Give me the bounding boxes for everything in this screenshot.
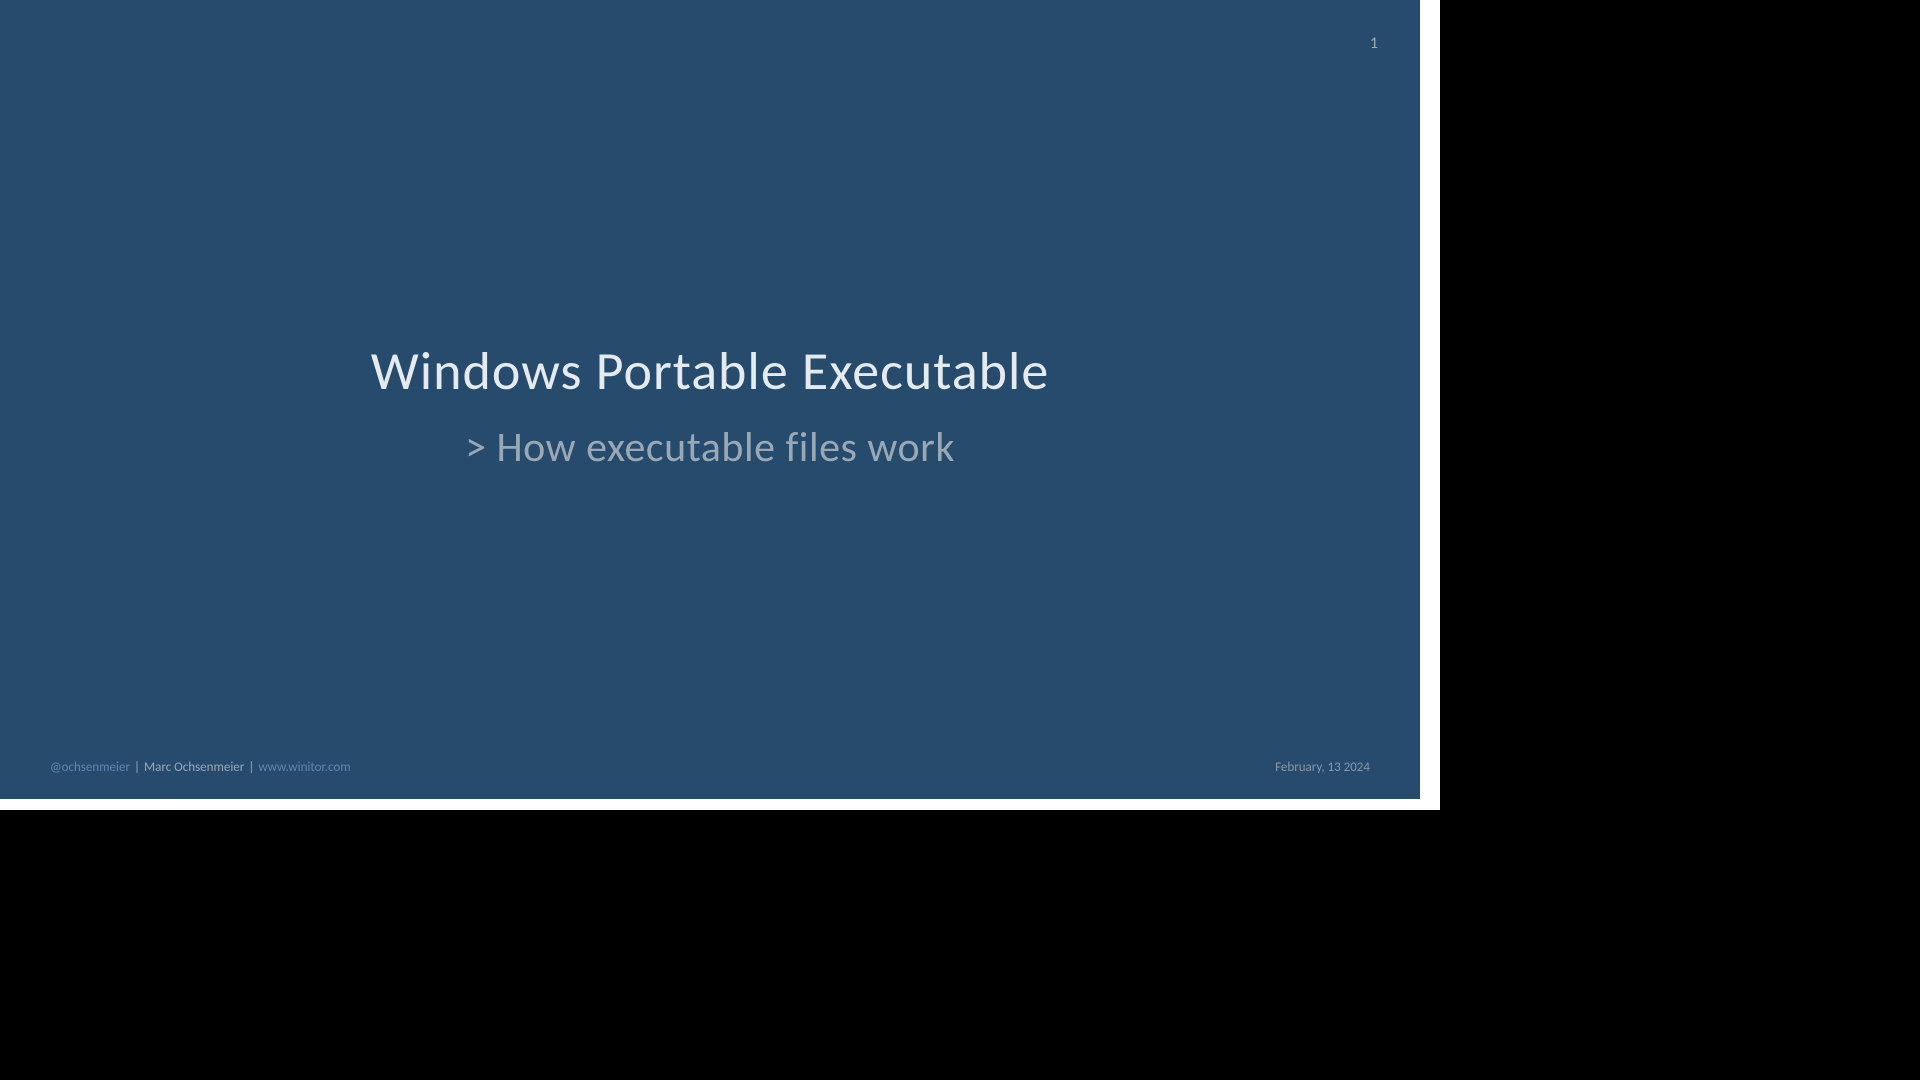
page-number: 1 xyxy=(1370,34,1378,53)
page-sheet: 1 Windows Portable Executable > How exec… xyxy=(0,0,1440,810)
footer: @ochsenmeier | Marc Ochsenmeier | www.wi… xyxy=(50,760,1370,775)
slide-subtitle: > How executable files work xyxy=(0,422,1420,473)
viewport: 1 Windows Portable Executable > How exec… xyxy=(0,0,1920,1080)
footer-left: @ochsenmeier | Marc Ochsenmeier | www.wi… xyxy=(50,760,351,775)
slide-title: Windows Portable Executable xyxy=(0,338,1420,404)
author-handle: @ochsenmeier xyxy=(50,760,130,775)
title-block: Windows Portable Executable > How execut… xyxy=(0,338,1420,473)
slide-date: February, 13 2024 xyxy=(1275,760,1370,775)
slide: 1 Windows Portable Executable > How exec… xyxy=(0,0,1420,799)
author-name: Marc Ochsenmeier xyxy=(144,760,244,775)
author-url: www.winitor.com xyxy=(258,760,350,775)
separator: | xyxy=(248,760,254,775)
separator: | xyxy=(134,760,140,775)
